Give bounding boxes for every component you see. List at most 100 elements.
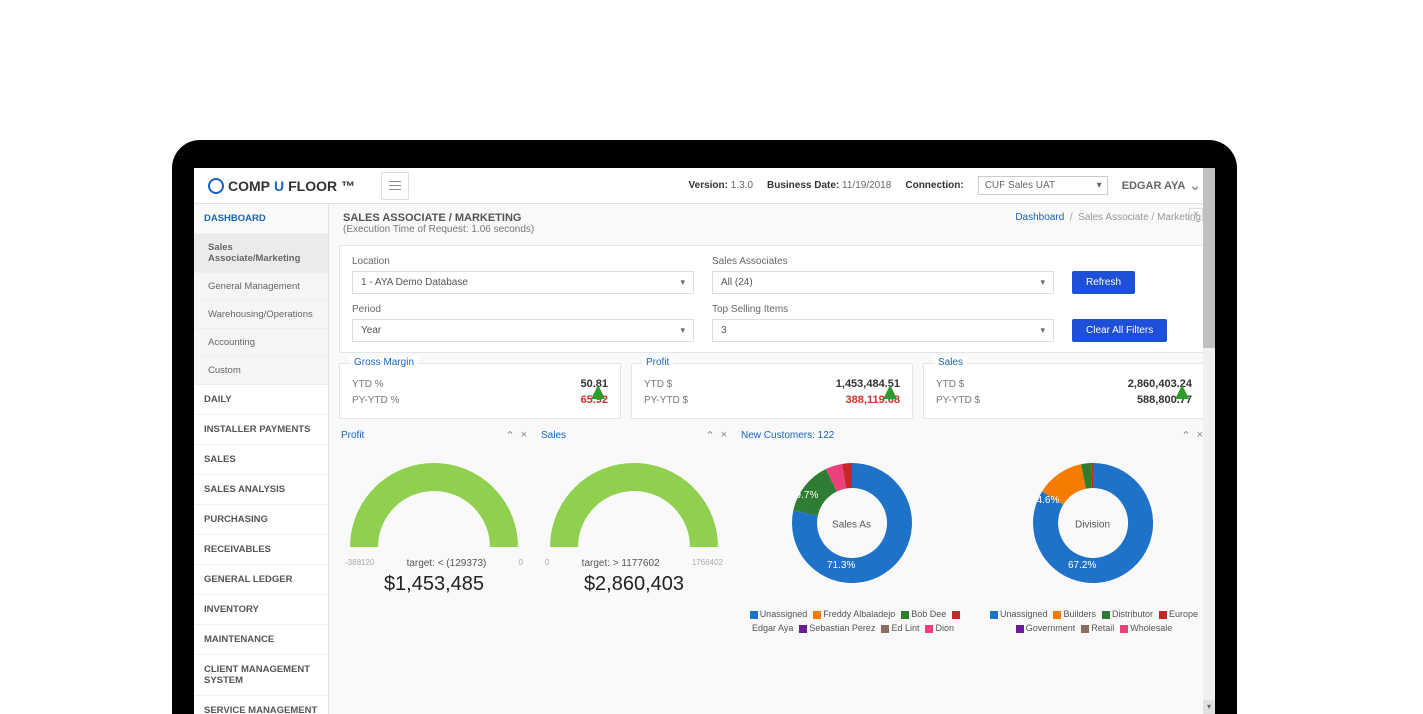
sales-gauge-target: target: > 1177602 bbox=[549, 558, 691, 569]
close-icon[interactable]: × bbox=[721, 429, 727, 442]
newcust-title: New Customers: 122 bbox=[741, 430, 834, 441]
donut-sales-as-label: Sales As bbox=[832, 519, 871, 530]
sales-gauge-chart bbox=[544, 452, 724, 552]
page-subtitle: (Execution Time of Request: 1.06 seconds… bbox=[343, 224, 534, 235]
close-icon[interactable]: × bbox=[521, 429, 527, 442]
donut-division-label: Division bbox=[1075, 519, 1110, 530]
sidebar-item-general-ledger[interactable]: GENERAL LEDGER bbox=[194, 565, 328, 595]
period-label: Period bbox=[352, 304, 694, 315]
sidebar-sub-general-management[interactable]: General Management bbox=[194, 273, 328, 301]
sales-gauge-value: $2,860,403 bbox=[539, 573, 729, 596]
donut-division: 67.2% 24.6% Division bbox=[1003, 448, 1183, 601]
breadcrumb-dashboard[interactable]: Dashboard bbox=[1015, 212, 1064, 223]
profit-gauge-chart bbox=[344, 452, 524, 552]
legend-sales-as: UnassignedFreddy AlbaladejoBob DeeEdgar … bbox=[739, 607, 967, 636]
sidebar-sub-accounting[interactable]: Accounting bbox=[194, 329, 328, 357]
kpi-sales-ytd-label: YTD $ bbox=[936, 379, 964, 390]
profit-gauge-panel: Profit ⌃ × -388120 target: < (129373) 0 $… bbox=[339, 429, 529, 636]
trend-up-icon: ▲ bbox=[878, 378, 902, 406]
sidebar-item-receivables[interactable]: RECEIVABLES bbox=[194, 535, 328, 565]
kpi-gm-ytd-label: YTD % bbox=[352, 379, 384, 390]
kpi-row: Gross Margin YTD %50.81 PY-YTD %65.92 ▲ … bbox=[339, 363, 1205, 419]
page-title: SALES ASSOCIATE / MARKETING bbox=[343, 212, 534, 224]
profit-gauge-value: $1,453,485 bbox=[339, 573, 529, 596]
breadcrumb: Dashboard / Sales Associate / Marketing bbox=[1015, 212, 1201, 223]
kpi-sales: Sales YTD $2,860,403.24 PY-YTD $588,800.… bbox=[923, 363, 1205, 419]
connection-select[interactable]: CUF Sales UAT bbox=[978, 176, 1108, 195]
sidebar-item-sales[interactable]: SALES bbox=[194, 445, 328, 475]
bdate-value: 11/19/2018 bbox=[842, 180, 891, 191]
profit-gauge-min: -388120 bbox=[345, 558, 374, 569]
legend-division: UnassignedBuildersDistributorEuropeGover… bbox=[977, 607, 1205, 636]
top-info: Version: 1.3.0 Business Date: 11/19/2018… bbox=[689, 176, 1201, 195]
sidebar-item-daily[interactable]: DAILY bbox=[194, 385, 328, 415]
user-menu[interactable]: EDGAR AYA⌄ bbox=[1122, 177, 1201, 194]
sidebar-item-purchasing[interactable]: PURCHASING bbox=[194, 505, 328, 535]
version-label: Version: bbox=[689, 180, 728, 191]
sales-chart-title: Sales bbox=[541, 430, 566, 441]
sidebar-sub-warehousing[interactable]: Warehousing/Operations bbox=[194, 301, 328, 329]
collapse-icon[interactable]: ⌃ bbox=[505, 429, 514, 442]
app-topbar: COMPUFLOOR™ Version: 1.3.0 Business Date… bbox=[194, 168, 1215, 204]
bdate-label: Business Date: bbox=[767, 180, 839, 191]
kpi-gm-py-label: PY-YTD % bbox=[352, 395, 399, 406]
sidebar-item-inventory[interactable]: INVENTORY bbox=[194, 595, 328, 625]
menu-toggle-button[interactable] bbox=[381, 172, 409, 200]
refresh-button[interactable]: Refresh bbox=[1072, 271, 1135, 294]
clear-filters-button[interactable]: Clear All Filters bbox=[1072, 319, 1167, 342]
brand-part1: COMP bbox=[228, 178, 270, 194]
sidebar-item-dashboard[interactable]: DASHBOARD bbox=[194, 204, 328, 234]
trend-up-icon: ▲ bbox=[586, 378, 610, 406]
brand-part3: FLOOR bbox=[288, 178, 337, 194]
kpi-sales-title: Sales bbox=[934, 357, 967, 368]
profit-chart-title: Profit bbox=[341, 430, 364, 441]
new-customers-panel: New Customers: 122 ⌃× bbox=[739, 429, 1205, 636]
collapse-icon[interactable]: ⌃ bbox=[1181, 429, 1190, 442]
sales-associates-label: Sales Associates bbox=[712, 256, 1054, 267]
svg-text:19.7%: 19.7% bbox=[790, 490, 818, 501]
profit-gauge-target: target: < (129373) bbox=[374, 558, 518, 569]
location-label: Location bbox=[352, 256, 694, 267]
sidebar-item-service-mgmt[interactable]: SERVICE MANAGEMENT SYSTEM bbox=[194, 696, 328, 714]
sidebar-item-installer-payments[interactable]: INSTALLER PAYMENTS bbox=[194, 415, 328, 445]
main-content: × SALES ASSOCIATE / MARKETING (Execution… bbox=[329, 204, 1215, 714]
kpi-profit: Profit YTD $1,453,484.51 PY-YTD $388,119… bbox=[631, 363, 913, 419]
profit-gauge-max: 0 bbox=[519, 558, 523, 569]
svg-text:67.2%: 67.2% bbox=[1068, 560, 1096, 571]
sidebar-item-sales-analysis[interactable]: SALES ANALYSIS bbox=[194, 475, 328, 505]
version-value: 1.3.0 bbox=[731, 180, 753, 191]
sidebar-nav: DASHBOARD Sales Associate/Marketing Gene… bbox=[194, 204, 329, 714]
kpi-profit-ytd-label: YTD $ bbox=[644, 379, 672, 390]
svg-text:24.6%: 24.6% bbox=[1031, 495, 1059, 506]
svg-text:71.3%: 71.3% bbox=[827, 560, 855, 571]
sidebar-sub-sales-associate[interactable]: Sales Associate/Marketing bbox=[194, 234, 328, 273]
globe-icon bbox=[208, 178, 224, 194]
filters-panel: Location 1 - AYA Demo Database Sales Ass… bbox=[339, 245, 1205, 353]
sales-gauge-max: 1766402 bbox=[692, 558, 723, 569]
trend-up-icon: ▲ bbox=[1170, 378, 1194, 406]
username-label: EDGAR AYA bbox=[1122, 180, 1186, 192]
donut-sales-as: 71.3% 19.7% Sales As bbox=[762, 448, 942, 601]
collapse-icon[interactable]: ⌃ bbox=[705, 429, 714, 442]
topselling-select[interactable]: 3 bbox=[712, 319, 1054, 342]
sidebar-item-maintenance[interactable]: MAINTENANCE bbox=[194, 625, 328, 655]
sales-associates-select[interactable]: All (24) bbox=[712, 271, 1054, 294]
brand-logo: COMPUFLOOR™ bbox=[202, 178, 361, 194]
topselling-label: Top Selling Items bbox=[712, 304, 1054, 315]
conn-label: Connection: bbox=[905, 180, 963, 191]
kpi-sales-py-label: PY-YTD $ bbox=[936, 395, 980, 406]
scrollbar-thumb[interactable] bbox=[1203, 168, 1215, 348]
sales-gauge-panel: Sales ⌃× 0 target: > 1177602 1766402 $2,… bbox=[539, 429, 729, 636]
sidebar-sub-custom[interactable]: Custom bbox=[194, 357, 328, 385]
kpi-gm-title: Gross Margin bbox=[350, 357, 418, 368]
close-panel-button[interactable]: × bbox=[1189, 208, 1203, 221]
chevron-down-icon: ⌄ bbox=[1189, 177, 1201, 194]
kpi-profit-py-label: PY-YTD $ bbox=[644, 395, 688, 406]
vertical-scrollbar[interactable]: ▴ ▾ bbox=[1203, 168, 1215, 714]
brand-tm: ™ bbox=[341, 178, 355, 194]
location-select[interactable]: 1 - AYA Demo Database bbox=[352, 271, 694, 294]
scroll-down-icon[interactable]: ▾ bbox=[1203, 700, 1215, 714]
period-select[interactable]: Year bbox=[352, 319, 694, 342]
kpi-gross-margin: Gross Margin YTD %50.81 PY-YTD %65.92 ▲ bbox=[339, 363, 621, 419]
sidebar-item-client-mgmt[interactable]: CLIENT MANAGEMENT SYSTEM bbox=[194, 655, 328, 696]
